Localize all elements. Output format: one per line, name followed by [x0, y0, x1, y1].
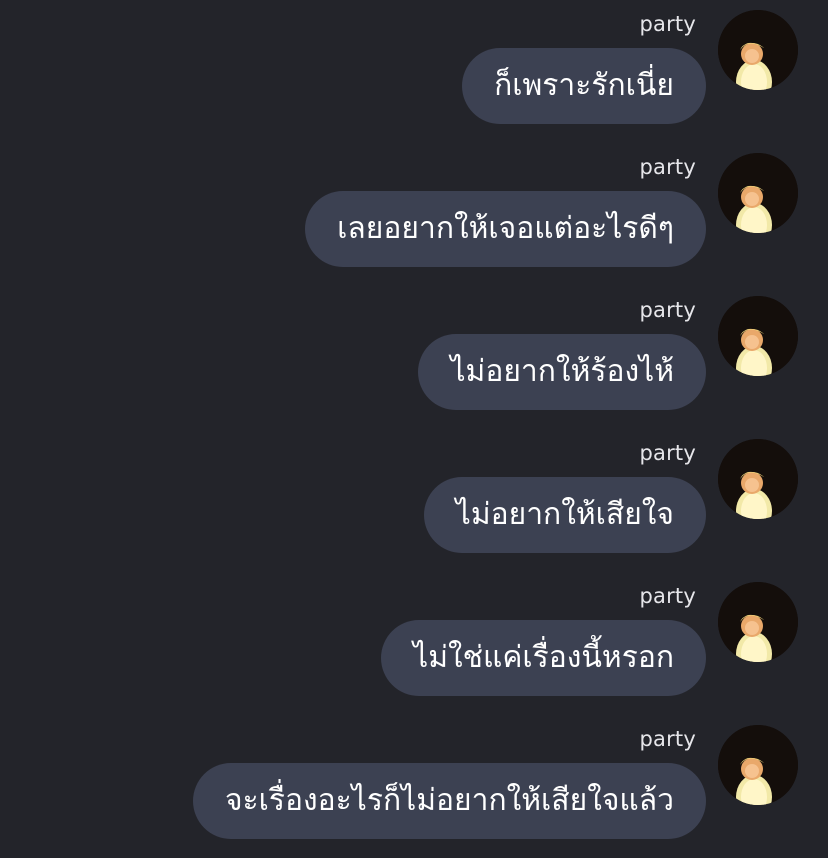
sender-name: party: [639, 12, 696, 36]
sender-name: party: [639, 441, 696, 465]
sender-name: party: [639, 584, 696, 608]
message-row: party ก็เพราะรักเนี่ย: [0, 0, 828, 130]
avatar[interactable]: [718, 153, 798, 233]
message-row: party ไม่อยากให้เสียใจ: [0, 429, 828, 559]
message-bubble[interactable]: ไม่อยากให้ร้องไห้: [418, 334, 706, 410]
message-bubble[interactable]: เลยอยากให้เจอแต่อะไรดีๆ: [305, 191, 706, 267]
message-bubble[interactable]: ก็เพราะรักเนี่ย: [462, 48, 706, 124]
avatar[interactable]: [718, 10, 798, 90]
avatar-photo-icon: [718, 439, 798, 519]
avatar-photo-icon: [718, 582, 798, 662]
avatar-photo-icon: [718, 10, 798, 90]
message-row: party เลยอยากให้เจอแต่อะไรดีๆ: [0, 143, 828, 273]
message-bubble[interactable]: จะเรื่องอะไรก็ไม่อยากให้เสียใจแล้ว: [192, 763, 706, 839]
avatar[interactable]: [718, 725, 798, 805]
message-row: party ไม่ใช่แค่เรื่องนี้หรอก: [0, 572, 828, 702]
message-row: party จะเรื่องอะไรก็ไม่อยากให้เสียใจแล้ว: [0, 715, 828, 845]
sender-name: party: [639, 727, 696, 751]
avatar[interactable]: [718, 439, 798, 519]
avatar[interactable]: [718, 296, 798, 376]
avatar[interactable]: [718, 582, 798, 662]
sender-name: party: [639, 155, 696, 179]
avatar-photo-icon: [718, 296, 798, 376]
avatar-photo-icon: [718, 725, 798, 805]
sender-name: party: [639, 298, 696, 322]
message-row: party ไม่อยากให้ร้องไห้: [0, 286, 828, 416]
message-bubble[interactable]: ไม่ใช่แค่เรื่องนี้หรอก: [381, 620, 706, 696]
avatar-photo-icon: [718, 153, 798, 233]
chat-thread[interactable]: party ก็เพราะรักเนี่ย party เลยอยากให้เจ…: [0, 0, 828, 858]
message-bubble[interactable]: ไม่อยากให้เสียใจ: [423, 477, 706, 553]
